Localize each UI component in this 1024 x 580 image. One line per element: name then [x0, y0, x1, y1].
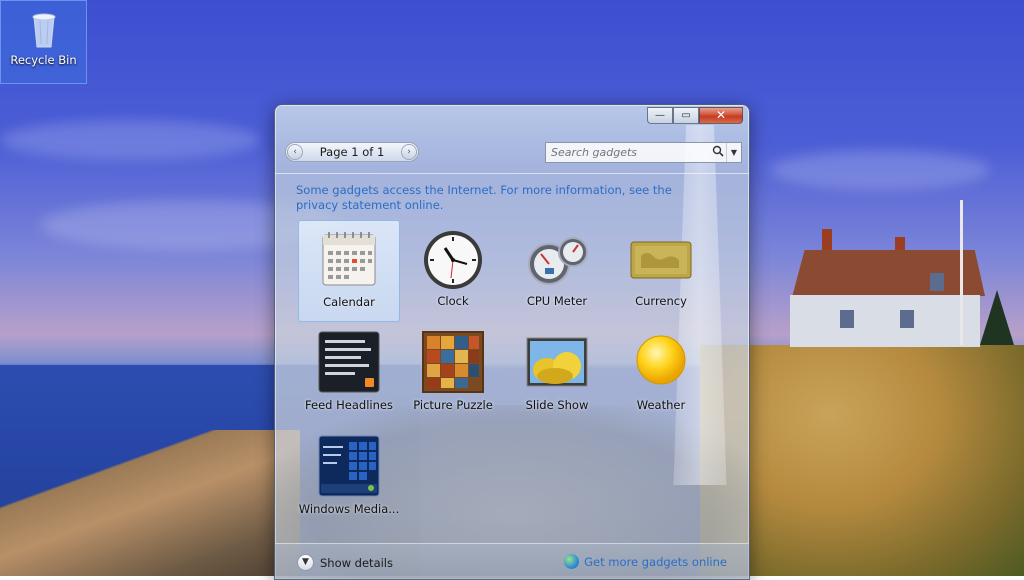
gadget-label: Calendar [323, 295, 375, 309]
gadget-label: Currency [635, 294, 687, 308]
gadget-slide-show[interactable]: Slide Show [506, 324, 608, 426]
gadget-cpu-meter[interactable]: CPU Meter [506, 220, 608, 322]
show-details-toggle[interactable]: ▼ Show details [297, 554, 393, 571]
weather-icon [629, 330, 693, 394]
gadget-label: Slide Show [525, 398, 589, 412]
chevron-down-icon[interactable]: ▼ [297, 554, 314, 571]
roof [792, 250, 985, 296]
gadget-label: Picture Puzzle [413, 398, 493, 412]
show-details-label[interactable]: Show details [320, 556, 393, 570]
calendar-icon [317, 227, 381, 291]
close-button[interactable]: ✕ [699, 107, 743, 124]
gadget-clock[interactable]: Clock [402, 220, 504, 322]
windows-media-icon [317, 434, 381, 498]
slide-show-icon [525, 330, 589, 394]
gadget-grid: Calendar Clock CPU Meter Currency Feed H… [295, 220, 715, 530]
search-input[interactable] [546, 145, 710, 160]
page-indicator: Page 1 of 1 [319, 145, 385, 159]
minimize-button[interactable]: — [647, 107, 673, 124]
window [840, 310, 854, 328]
privacy-notice-text[interactable]: Some gadgets access the Internet. For mo… [296, 183, 672, 212]
window [930, 273, 944, 291]
house [780, 229, 985, 350]
tree [980, 290, 1014, 345]
picture-puzzle-icon [421, 330, 485, 394]
divider [275, 173, 749, 174]
privacy-notice[interactable]: Some gadgets access the Internet. For mo… [296, 183, 716, 213]
gadget-feed-headlines[interactable]: Feed Headlines [298, 324, 400, 426]
flag-pole [960, 200, 963, 345]
recycle-bin-desktop-icon[interactable]: Recycle Bin [0, 0, 87, 84]
maximize-button[interactable]: ▭ [673, 107, 699, 124]
search-box: ▼ [545, 142, 742, 163]
gadget-calendar[interactable]: Calendar [298, 220, 400, 322]
cpu-meter-icon [525, 226, 589, 290]
page-navigator: ‹ Page 1 of 1 › [285, 142, 419, 162]
gadget-gallery-window: — ▭ ✕ ‹ Page 1 of 1 › ▼ Some gadgets acc… [274, 104, 750, 580]
recycle-bin-label: Recycle Bin [10, 53, 77, 67]
gadget-picture-puzzle[interactable]: Picture Puzzle [402, 324, 504, 426]
gadget-currency[interactable]: Currency [610, 220, 712, 322]
recycle-bin-icon [29, 9, 59, 49]
window-footer: ▼ Show details Get more gadgets online [275, 543, 749, 579]
house-wall [790, 295, 980, 347]
next-page-button[interactable]: › [401, 144, 417, 160]
feed-headlines-icon [317, 330, 381, 394]
caption-buttons: — ▭ ✕ [647, 107, 743, 124]
search-icon[interactable] [710, 145, 726, 160]
gadget-label: CPU Meter [526, 294, 588, 308]
globe-icon [564, 554, 580, 569]
gadget-label: Windows Media... [298, 502, 400, 516]
clock-icon [421, 226, 485, 290]
rocks [0, 430, 300, 576]
get-more-gadgets-label[interactable]: Get more gadgets online [584, 555, 727, 569]
gadget-label: Clock [437, 294, 469, 308]
search-dropdown-button[interactable]: ▼ [726, 143, 741, 162]
gadget-label: Weather [636, 398, 686, 412]
gadget-weather[interactable]: Weather [610, 324, 712, 426]
get-more-gadgets-link[interactable]: Get more gadgets online [564, 554, 727, 569]
window [900, 310, 914, 328]
previous-page-button[interactable]: ‹ [287, 144, 303, 160]
currency-icon [629, 226, 693, 290]
cloud [770, 150, 990, 190]
gadget-label: Feed Headlines [305, 398, 393, 412]
cloud [0, 120, 260, 160]
gadget-windows-media[interactable]: Windows Media... [298, 428, 400, 530]
